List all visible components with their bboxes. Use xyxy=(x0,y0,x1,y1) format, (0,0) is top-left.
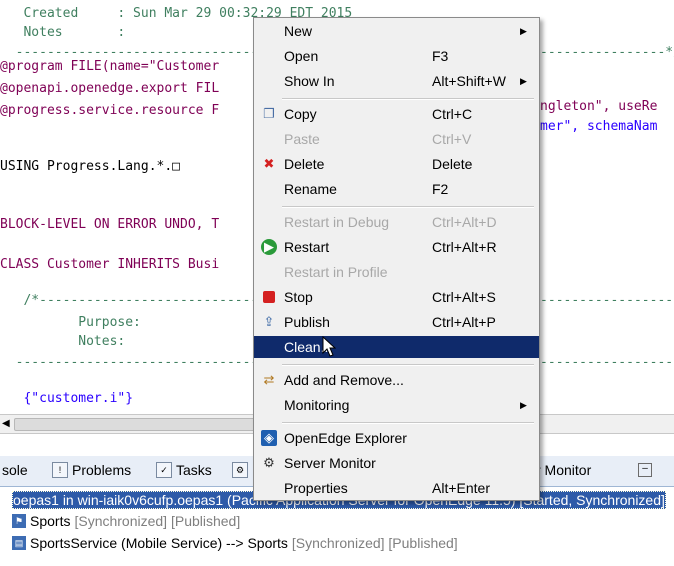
menu-separator xyxy=(282,422,534,424)
menu-item-properties[interactable]: Properties Alt+Enter xyxy=(254,477,539,499)
scroll-left-icon[interactable]: ◀ xyxy=(2,418,12,430)
menu-item-label: Show In xyxy=(284,73,335,89)
tab-sole[interactable]: sole xyxy=(2,462,28,478)
menu-item-accelerator: Ctrl+Alt+P xyxy=(432,314,496,330)
tab-label: r Monitor xyxy=(536,462,592,478)
problems-icon: ! xyxy=(52,462,68,478)
menu-item-label: Paste xyxy=(284,131,320,147)
code-line: CLASS Customer INHERITS Busi xyxy=(0,257,220,272)
tab-problems[interactable]: ! Problems xyxy=(52,462,131,478)
restart-icon: ▶ xyxy=(261,239,277,255)
menu-item-copy[interactable]: ❐ Copy Ctrl+C xyxy=(254,103,539,125)
menu-item-label: OpenEdge Explorer xyxy=(284,430,407,446)
server-tree-label: Sports xyxy=(30,513,71,529)
tab-servers[interactable]: ⚙ xyxy=(232,462,252,478)
menu-item-label: Restart in Debug xyxy=(284,214,390,230)
menu-item-label: Properties xyxy=(284,480,348,496)
openedge-explorer-icon: ◈ xyxy=(261,430,277,446)
menu-item-accelerator: F3 xyxy=(432,48,449,64)
server-tree-decoration: [Synchronized] [Published] xyxy=(291,535,458,551)
tab-tasks[interactable]: ✓ Tasks xyxy=(156,462,212,478)
menu-item-server-monitor[interactable]: ⚙ Server Monitor xyxy=(254,452,539,474)
copy-icon: ❐ xyxy=(263,106,275,121)
menu-item-delete[interactable]: ✖ Delete Delete xyxy=(254,153,539,175)
add-remove-icon: ⇄ xyxy=(263,372,275,387)
service-icon: ▤ xyxy=(12,536,26,550)
code-line: {"customer.i"} xyxy=(0,391,134,406)
scrollbar-thumb[interactable] xyxy=(14,418,256,431)
menu-item-add-and-remove[interactable]: ⇄ Add and Remove... xyxy=(254,369,539,391)
delete-icon: ✖ xyxy=(263,156,275,171)
menu-item-accelerator: Ctrl+Alt+D xyxy=(432,214,497,230)
menu-item-label: Restart xyxy=(284,239,330,255)
menu-item-rename[interactable]: Rename F2 xyxy=(254,178,539,200)
menu-item-label: Delete xyxy=(284,156,325,172)
menu-item-label: Add and Remove... xyxy=(284,372,404,388)
code-line: @program FILE(name="Customer xyxy=(0,59,220,74)
code-line: Notes : xyxy=(0,25,126,40)
menu-item-accelerator: F2 xyxy=(432,181,449,197)
stop-icon xyxy=(263,291,275,303)
module-icon: ⚑ xyxy=(12,514,26,528)
code-line: Purpose: xyxy=(0,315,141,330)
menu-item-clean[interactable]: Clean... xyxy=(254,336,539,358)
submenu-arrow-icon: ▶ xyxy=(520,26,527,36)
menu-item-label: New xyxy=(284,23,313,39)
menu-item-accelerator: Alt+Shift+W xyxy=(432,73,506,89)
menu-item-paste: Paste Ctrl+V xyxy=(254,128,539,150)
server-monitor-icon: ⚙ xyxy=(263,455,275,470)
submenu-arrow-icon: ▶ xyxy=(520,400,527,410)
tab-label: sole xyxy=(2,462,28,478)
code-line: BLOCK-LEVEL ON ERROR UNDO, T xyxy=(0,217,220,232)
code-fragment: mer", schemaNam xyxy=(540,119,658,134)
submenu-arrow-icon: ▶ xyxy=(520,76,527,86)
menu-separator xyxy=(282,364,534,366)
menu-item-publish[interactable]: ⇪ Publish Ctrl+Alt+P xyxy=(254,311,539,333)
menu-item-new[interactable]: New ▶ xyxy=(254,20,539,42)
menu-item-label: Restart in Profile xyxy=(284,264,388,280)
menu-item-accelerator: Ctrl+C xyxy=(432,106,473,122)
server-tree-label: SportsService (Mobile Service) --> Sport… xyxy=(30,535,288,551)
menu-item-restart[interactable]: ▶ Restart Ctrl+Alt+R xyxy=(254,236,539,258)
tasks-icon: ✓ xyxy=(156,462,172,478)
server-tree-item[interactable]: ▤ SportsService (Mobile Service) --> Spor… xyxy=(12,535,458,551)
servers-icon: ⚙ xyxy=(232,462,248,478)
menu-item-label: Stop xyxy=(284,289,313,305)
mouse-pointer-icon xyxy=(322,336,336,357)
tab-r-monitor[interactable]: r Monitor xyxy=(536,462,591,478)
code-line: @openapi.openedge.export FIL xyxy=(0,81,220,96)
menu-item-label: Server Monitor xyxy=(284,455,376,471)
menu-item-accelerator: Alt+Enter xyxy=(432,480,490,496)
menu-item-label: Monitoring xyxy=(284,397,350,413)
code-line: USING Progress.Lang.*.□ xyxy=(0,159,181,174)
menu-separator xyxy=(282,98,534,100)
menu-item-restart-in-profile: Restart in Profile xyxy=(254,261,539,283)
menu-item-label: Publish xyxy=(284,314,330,330)
menu-separator xyxy=(282,206,534,208)
menu-item-accelerator: Ctrl+V xyxy=(432,131,472,147)
menu-item-restart-in-debug: Restart in Debug Ctrl+Alt+D xyxy=(254,211,539,233)
code-line: @progress.service.resource F xyxy=(0,103,220,118)
tab-label: Problems xyxy=(72,462,132,478)
menu-item-accelerator: Ctrl+Alt+R xyxy=(432,239,497,255)
menu-item-monitoring[interactable]: Monitoring ▶ xyxy=(254,394,539,416)
menu-item-accelerator: Delete xyxy=(432,156,473,172)
menu-item-label: Open xyxy=(284,48,319,64)
code-line: Notes: xyxy=(0,334,126,349)
context-menu: New ▶ Open F3 Show In Alt+Shift+W ▶ ❐ Copy Ctrl+C… xyxy=(253,17,540,501)
minimize-icon[interactable]: – xyxy=(638,463,652,477)
menu-item-open[interactable]: Open F3 xyxy=(254,45,539,67)
server-tree-decoration: [Synchronized] [Published] xyxy=(74,513,241,529)
server-tree-item[interactable]: ⚑ Sports [Synchronized] [Published] xyxy=(12,513,240,529)
menu-item-label: Rename xyxy=(284,181,337,197)
code-fragment: ngleton", useRe xyxy=(540,99,658,114)
publish-icon: ⇪ xyxy=(263,314,275,329)
tab-label: Tasks xyxy=(176,462,212,478)
menu-item-stop[interactable]: Stop Ctrl+Alt+S xyxy=(254,286,539,308)
menu-item-accelerator: Ctrl+Alt+S xyxy=(432,289,496,305)
menu-item-show-in[interactable]: Show In Alt+Shift+W ▶ xyxy=(254,70,539,92)
menu-item-openedge-explorer[interactable]: ◈ OpenEdge Explorer xyxy=(254,427,539,449)
menu-item-label: Copy xyxy=(284,106,317,122)
